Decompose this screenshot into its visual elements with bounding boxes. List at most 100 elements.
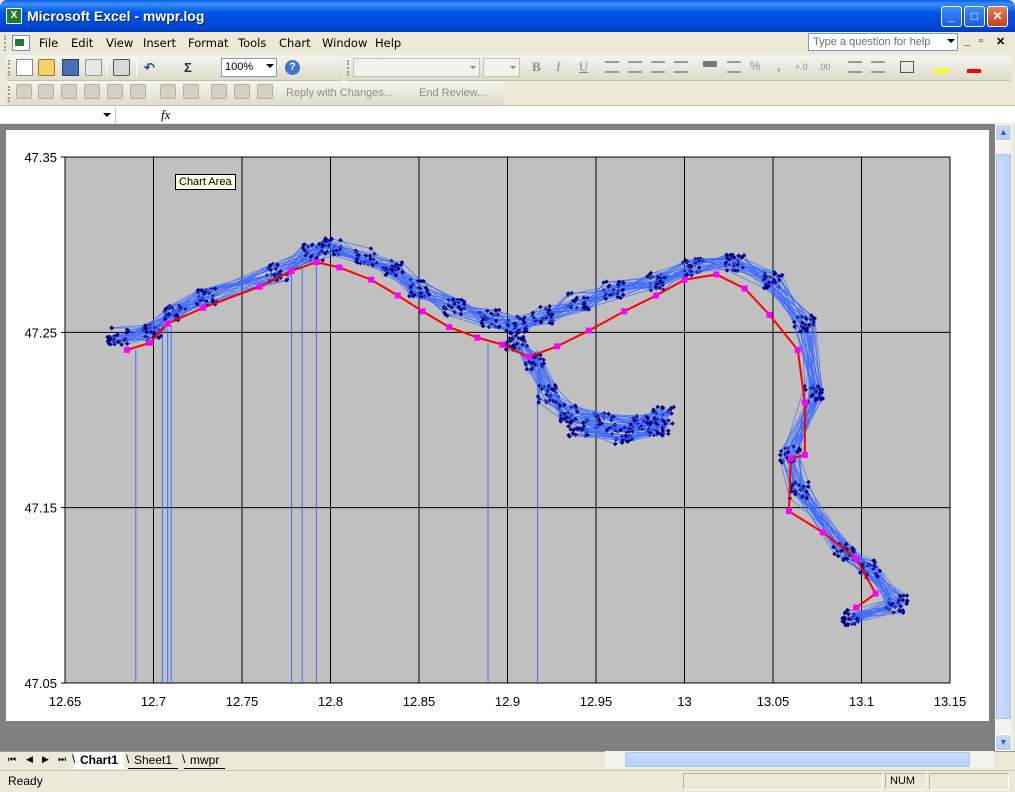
next-comment-icon[interactable] bbox=[61, 84, 77, 99]
increase-decimal-button[interactable]: +.0 bbox=[795, 62, 808, 72]
euro-icon[interactable] bbox=[727, 61, 741, 73]
help-icon[interactable]: ? bbox=[285, 60, 300, 75]
scroll-down-button[interactable]: ▼ bbox=[995, 734, 1012, 751]
status-panel bbox=[929, 773, 1009, 790]
minimize-button[interactable]: _ bbox=[941, 6, 962, 27]
help-search-box[interactable]: Type a question for help bbox=[808, 33, 958, 51]
zoom-select[interactable]: 100% bbox=[221, 58, 277, 77]
doc-close-button[interactable]: ✕ bbox=[996, 35, 1005, 48]
next-sheet-button[interactable]: ▶ bbox=[42, 754, 49, 765]
title-bar: X Microsoft Excel - mwpr.log _ □ ✕ bbox=[0, 0, 1015, 32]
undo-icon[interactable]: ↶ bbox=[144, 60, 155, 76]
chevron-down-icon[interactable] bbox=[103, 113, 111, 117]
toolbar-grip[interactable] bbox=[347, 60, 350, 76]
ink-annotations-icon[interactable] bbox=[234, 84, 250, 99]
align-right-icon[interactable] bbox=[651, 61, 665, 73]
scatter-chart[interactable]: 12.65 12.7 12.75 12.8 12.85 12.9 12.95 13 13.05 1… bbox=[6, 130, 989, 721]
horizontal-scrollbar[interactable] bbox=[605, 751, 994, 768]
menu-window[interactable]: Window bbox=[322, 36, 367, 50]
end-review-button[interactable]: End Review... bbox=[419, 87, 486, 99]
underline-button[interactable]: U bbox=[579, 59, 588, 75]
vertical-scroll-thumb[interactable] bbox=[996, 154, 1011, 719]
reject-change-icon[interactable] bbox=[183, 84, 199, 99]
chart-area[interactable]: 12.65 12.7 12.75 12.8 12.85 12.9 12.95 13 13.05 1… bbox=[6, 130, 989, 721]
last-sheet-button[interactable]: ⏭ bbox=[58, 754, 66, 765]
merge-center-icon[interactable] bbox=[674, 61, 688, 73]
mean-point bbox=[123, 346, 130, 353]
tab-sheet1[interactable]: Sheet1 bbox=[126, 752, 179, 769]
italic-button[interactable]: I bbox=[556, 59, 560, 75]
open-icon[interactable] bbox=[38, 59, 55, 76]
comma-button[interactable]: , bbox=[777, 59, 780, 73]
chevron-down-icon[interactable] bbox=[947, 39, 955, 43]
mean-point bbox=[653, 292, 660, 299]
excel-icon[interactable]: X bbox=[6, 8, 22, 24]
align-center-icon[interactable] bbox=[628, 61, 642, 73]
mean-point bbox=[681, 276, 688, 283]
doc-restore-button[interactable]: ▫ bbox=[979, 35, 983, 47]
x-tick-label: 12.75 bbox=[226, 694, 259, 709]
menu-grip[interactable] bbox=[4, 35, 7, 51]
menu-edit[interactable]: Edit bbox=[71, 36, 93, 50]
previous-comment-icon[interactable] bbox=[38, 84, 54, 99]
print-icon[interactable] bbox=[113, 59, 130, 76]
percent-button[interactable]: % bbox=[750, 59, 761, 73]
bold-button[interactable]: B bbox=[532, 59, 541, 75]
menu-chart[interactable]: Chart bbox=[279, 36, 311, 50]
mean-point bbox=[368, 276, 375, 283]
reply-with-changes-button[interactable]: Reply with Changes... bbox=[286, 87, 393, 99]
chevron-down-icon[interactable] bbox=[266, 64, 274, 68]
close-button[interactable]: ✕ bbox=[987, 6, 1008, 27]
delete-comment-icon[interactable] bbox=[130, 84, 146, 99]
doc-minimize-button[interactable]: _ bbox=[964, 35, 970, 47]
currency-icon[interactable] bbox=[703, 61, 717, 73]
first-sheet-button[interactable]: ⏮ bbox=[8, 754, 16, 765]
tab-chart1[interactable]: Chart1 bbox=[72, 752, 125, 769]
name-box[interactable] bbox=[4, 107, 116, 123]
show-comment-icon[interactable] bbox=[84, 84, 100, 99]
tab-mwpr[interactable]: mwpr bbox=[182, 752, 226, 769]
track-changes-icon[interactable] bbox=[160, 84, 176, 99]
toolbar-grip[interactable] bbox=[8, 60, 11, 76]
x-tick-label: 13.05 bbox=[757, 694, 790, 709]
workbook-icon[interactable] bbox=[12, 35, 30, 51]
font-name-select[interactable] bbox=[353, 58, 480, 77]
menu-file[interactable]: File bbox=[39, 36, 58, 50]
font-color-icon[interactable] bbox=[967, 61, 981, 73]
maximize-button[interactable]: □ bbox=[964, 6, 985, 27]
new-comment-icon[interactable] bbox=[16, 84, 32, 99]
highlight-icon[interactable] bbox=[211, 84, 227, 99]
status-bar: Ready NUM bbox=[0, 770, 1015, 792]
x-tick-label: 12.85 bbox=[403, 694, 436, 709]
borders-icon[interactable] bbox=[900, 61, 914, 73]
mean-point bbox=[801, 399, 808, 406]
mean-point bbox=[819, 529, 826, 536]
increase-indent-icon[interactable] bbox=[871, 61, 885, 73]
mean-point bbox=[146, 339, 153, 346]
fill-color-icon[interactable] bbox=[934, 61, 948, 73]
previous-sheet-button[interactable]: ◀ bbox=[26, 754, 33, 765]
menu-format[interactable]: Format bbox=[188, 36, 229, 50]
new-icon[interactable] bbox=[16, 59, 33, 76]
y-tick-label: 47.35 bbox=[24, 150, 57, 165]
permission-icon[interactable] bbox=[85, 59, 102, 76]
align-left-icon[interactable] bbox=[605, 61, 619, 73]
font-size-select[interactable] bbox=[483, 58, 520, 77]
reviewing-pane-icon[interactable] bbox=[257, 84, 273, 99]
show-all-comments-icon[interactable] bbox=[107, 84, 123, 99]
vertical-scrollbar[interactable]: ▲ ▼ bbox=[995, 124, 1012, 751]
menu-tools[interactable]: Tools bbox=[238, 36, 266, 50]
y-tick-label: 47.05 bbox=[24, 676, 57, 691]
decrease-indent-icon[interactable] bbox=[848, 61, 862, 73]
toolbar-grip[interactable] bbox=[8, 86, 11, 102]
mean-point bbox=[853, 555, 860, 562]
decrease-decimal-button[interactable]: .00 bbox=[818, 62, 831, 72]
fx-icon[interactable]: fx bbox=[161, 107, 170, 123]
menu-insert[interactable]: Insert bbox=[143, 36, 176, 50]
horizontal-scroll-thumb[interactable] bbox=[625, 752, 970, 767]
menu-help[interactable]: Help bbox=[375, 36, 401, 50]
autosum-icon[interactable]: Σ bbox=[184, 60, 192, 75]
scroll-up-button[interactable]: ▲ bbox=[995, 124, 1012, 141]
save-icon[interactable] bbox=[62, 59, 79, 76]
menu-view[interactable]: View bbox=[106, 36, 133, 50]
